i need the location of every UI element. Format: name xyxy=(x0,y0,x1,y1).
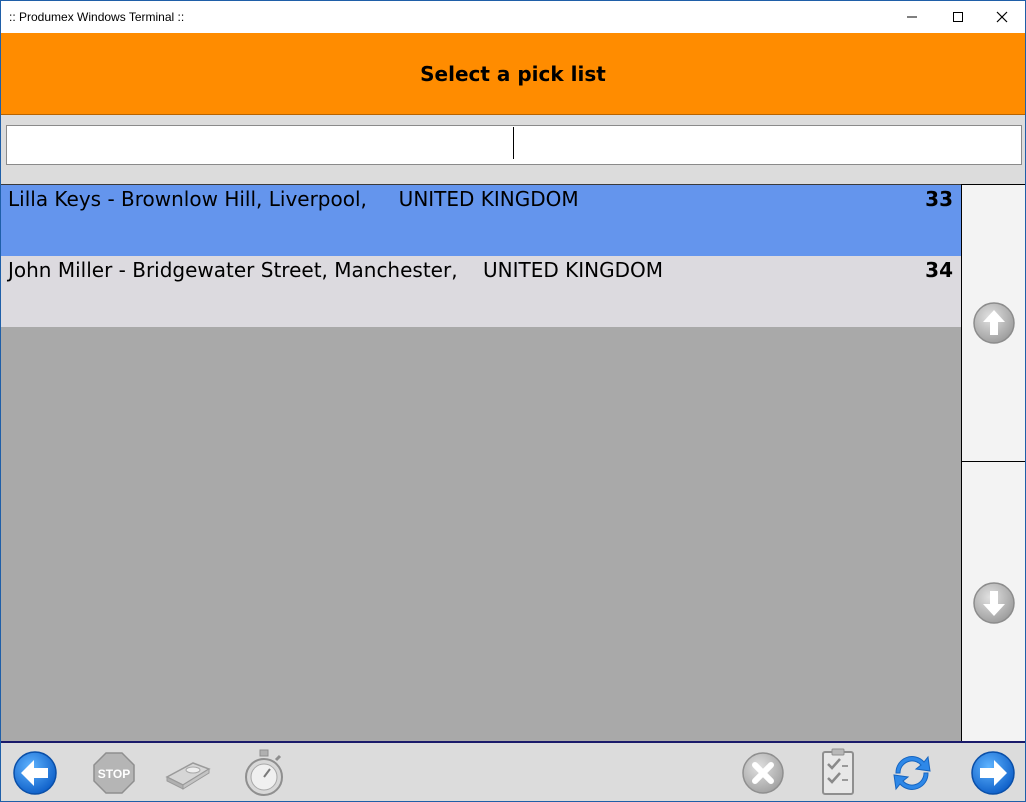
search-input[interactable] xyxy=(6,125,1022,165)
window-title: :: Produmex Windows Terminal :: xyxy=(9,10,185,24)
scroll-panel xyxy=(961,184,1025,741)
pick-list-row-selected[interactable]: Lilla Keys - Brownlow Hill, Liverpool, U… xyxy=(1,185,961,256)
stop-sign-icon: STOP xyxy=(93,752,135,794)
timer-button[interactable] xyxy=(239,747,289,799)
pick-list-row-number: 33 xyxy=(925,187,953,211)
close-icon xyxy=(996,11,1008,23)
cancel-button[interactable] xyxy=(738,747,788,799)
pick-list-row[interactable]: John Miller - Bridgewater Street, Manche… xyxy=(1,256,961,327)
stopwatch-icon xyxy=(245,749,283,796)
scroll-down-button[interactable] xyxy=(962,463,1025,742)
refresh-icon xyxy=(893,755,931,791)
arrow-up-icon xyxy=(972,302,1015,344)
forward-button[interactable] xyxy=(968,747,1018,799)
stop-label: STOP xyxy=(98,767,130,781)
pick-list-row-label: John Miller - Bridgewater Street, Manche… xyxy=(8,258,663,282)
refresh-button[interactable] xyxy=(887,747,937,799)
cancel-icon xyxy=(742,752,784,794)
minimize-icon xyxy=(907,16,917,18)
scanner-button[interactable] xyxy=(163,747,213,799)
title-bar: :: Produmex Windows Terminal :: xyxy=(1,1,1025,33)
maximize-button[interactable] xyxy=(935,1,981,33)
stop-button[interactable]: STOP xyxy=(89,747,139,799)
scanner-icon xyxy=(165,762,211,790)
back-button[interactable] xyxy=(10,747,60,799)
close-button[interactable] xyxy=(979,1,1025,33)
footer-toolbar: STOP xyxy=(1,743,1025,801)
forward-arrow-icon xyxy=(971,751,1015,795)
maximize-icon xyxy=(953,12,963,22)
page-header: Select a pick list xyxy=(1,33,1025,115)
terminal-window: :: Produmex Windows Terminal :: Select a… xyxy=(0,0,1026,802)
arrow-down-icon xyxy=(972,581,1015,624)
text-cursor xyxy=(513,127,514,159)
checklist-icon xyxy=(822,748,854,795)
checklist-button[interactable] xyxy=(813,747,863,799)
minimize-button[interactable] xyxy=(889,1,935,33)
page-title: Select a pick list xyxy=(420,61,606,86)
pick-list-row-number: 34 xyxy=(925,258,953,282)
back-arrow-icon xyxy=(13,751,57,795)
scroll-up-button[interactable] xyxy=(962,185,1025,462)
pick-list-row-label: Lilla Keys - Brownlow Hill, Liverpool, U… xyxy=(8,187,579,211)
pick-list: Lilla Keys - Brownlow Hill, Liverpool, U… xyxy=(1,184,961,741)
